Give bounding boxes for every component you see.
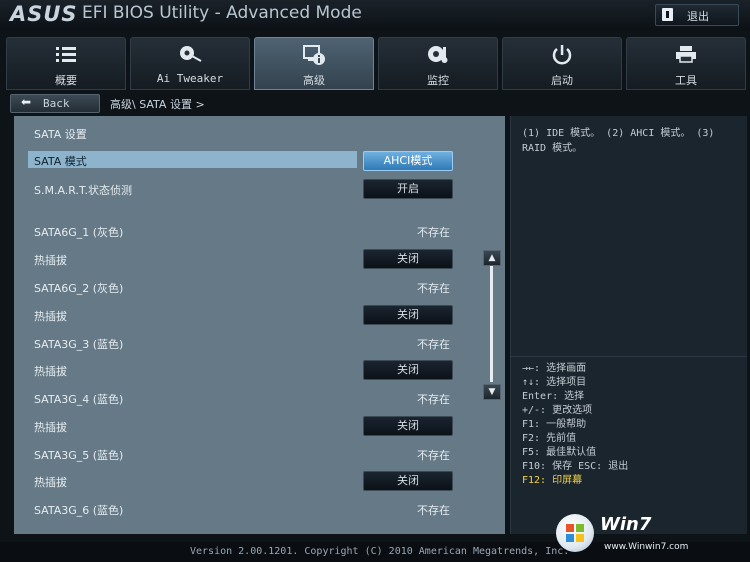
- key-hint: F2: 先前值: [522, 433, 577, 444]
- app-title: EFI BIOS Utility - Advanced Mode: [82, 3, 362, 23]
- key-hint-print-screen: F12: 印屏幕: [522, 475, 583, 486]
- key-hint: F1: 一般帮助: [522, 419, 587, 430]
- watermark-site: www.Winwin7.com: [604, 542, 689, 552]
- version-text: Version 2.00.1201. Copyright (C) 2010 Am…: [190, 546, 570, 557]
- port-status: 不存在: [417, 338, 450, 351]
- key-hint: F10: 保存 ESC: 退出: [522, 461, 629, 472]
- help-panel: (1) IDE 模式。 (2) AHCI 模式。 (3) RAID 模式。 →←…: [510, 116, 747, 534]
- port-status: 不存在: [417, 226, 450, 239]
- tab-boot[interactable]: 启动: [502, 37, 622, 90]
- breadcrumb: 高级\ SATA 设置 >: [110, 98, 205, 111]
- key-hint: F5: 最佳默认值: [522, 447, 597, 458]
- back-button[interactable]: ⬅ Back: [10, 94, 100, 113]
- power-icon: [503, 44, 621, 66]
- title-bar: ASUS EFI BIOS Utility - Advanced Mode 退出: [0, 0, 750, 30]
- section-title: SATA 设置: [34, 128, 87, 141]
- tab-monitor-label: 监控: [427, 74, 449, 87]
- key-hint: Enter: 选择: [522, 391, 585, 402]
- exit-label: 退出: [687, 10, 709, 23]
- port-name: SATA3G_6 (蓝色): [34, 504, 124, 517]
- thermometer-icon: [379, 44, 497, 66]
- windows-logo-icon: [556, 514, 594, 552]
- port-name: SATA3G_3 (蓝色): [34, 338, 124, 351]
- port-status: 不存在: [417, 504, 450, 517]
- list-icon: [7, 44, 125, 66]
- port-status: 不存在: [417, 393, 450, 406]
- hotplug-select[interactable]: 关闭: [363, 471, 453, 491]
- smart-label: S.M.A.R.T.状态侦测: [34, 184, 132, 197]
- key-hint: →←: 选择画面: [522, 363, 587, 374]
- settings-panel: SATA 设置 SATA 模式 AHCI模式 S.M.A.R.T.状态侦测 开启…: [14, 116, 505, 534]
- key-hint: ↑↓: 选择项目: [522, 377, 587, 388]
- smart-select[interactable]: 开启: [363, 179, 453, 199]
- sata-mode-select[interactable]: AHCI模式: [363, 151, 453, 171]
- key-legend: →←: 选择画面 ↑↓: 选择项目 Enter: 选择 +/-: 更改选项 F1…: [522, 362, 628, 488]
- hotplug-label: 热插拔: [34, 365, 67, 378]
- port-status: 不存在: [417, 282, 450, 295]
- tab-main-label: 概要: [55, 74, 77, 87]
- exit-button[interactable]: 退出: [655, 4, 739, 26]
- main-tabs: 概要 Ai Tweaker 高级 监控 启动 工具: [6, 37, 746, 90]
- hotplug-label: 热插拔: [34, 254, 67, 267]
- hotplug-label: 热插拔: [34, 421, 67, 434]
- tab-main[interactable]: 概要: [6, 37, 126, 90]
- sata-mode-label: SATA 模式: [34, 155, 87, 168]
- info-monitor-icon: [255, 44, 373, 66]
- scroll-up-button[interactable]: ▲: [483, 250, 501, 266]
- port-name: SATA6G_1 (灰色): [34, 226, 124, 239]
- help-divider: [511, 356, 747, 357]
- hotplug-label: 热插拔: [34, 310, 67, 323]
- port-status: 不存在: [417, 449, 450, 462]
- hotplug-select[interactable]: 关闭: [363, 416, 453, 436]
- printer-icon: [627, 44, 745, 66]
- hotplug-select[interactable]: 关闭: [363, 360, 453, 380]
- key-hint: +/-: 更改选项: [522, 405, 593, 416]
- port-name: SATA3G_5 (蓝色): [34, 449, 124, 462]
- tab-ai-tweaker-label: Ai Tweaker: [156, 72, 224, 85]
- site-watermark: Win7 www.Winwin7.com: [548, 508, 748, 562]
- fan-icon: [131, 44, 249, 66]
- exit-door-icon: [662, 8, 673, 21]
- port-name: SATA6G_2 (灰色): [34, 282, 124, 295]
- tab-tool-label: 工具: [675, 74, 697, 87]
- scrollbar-thumb[interactable]: [490, 266, 493, 382]
- watermark-brand: Win7: [600, 514, 652, 535]
- hotplug-select[interactable]: 关闭: [363, 305, 453, 325]
- tab-tool[interactable]: 工具: [626, 37, 746, 90]
- asus-logo: ASUS: [10, 2, 78, 26]
- port-name: SATA3G_4 (蓝色): [34, 393, 124, 406]
- tab-boot-label: 启动: [551, 74, 573, 87]
- back-arrow-icon: ⬅: [21, 95, 32, 109]
- hotplug-label: 热插拔: [34, 476, 67, 489]
- scroll-down-button[interactable]: ▼: [483, 384, 501, 400]
- sata-mode-row[interactable]: SATA 模式: [28, 151, 357, 168]
- back-label: Back: [43, 97, 70, 110]
- help-description: (1) IDE 模式。 (2) AHCI 模式。 (3) RAID 模式。: [522, 128, 715, 154]
- tab-advanced-label: 高级: [303, 74, 325, 87]
- hotplug-select[interactable]: 关闭: [363, 249, 453, 269]
- tab-monitor[interactable]: 监控: [378, 37, 498, 90]
- tab-advanced[interactable]: 高级: [254, 37, 374, 90]
- tab-ai-tweaker[interactable]: Ai Tweaker: [130, 37, 250, 90]
